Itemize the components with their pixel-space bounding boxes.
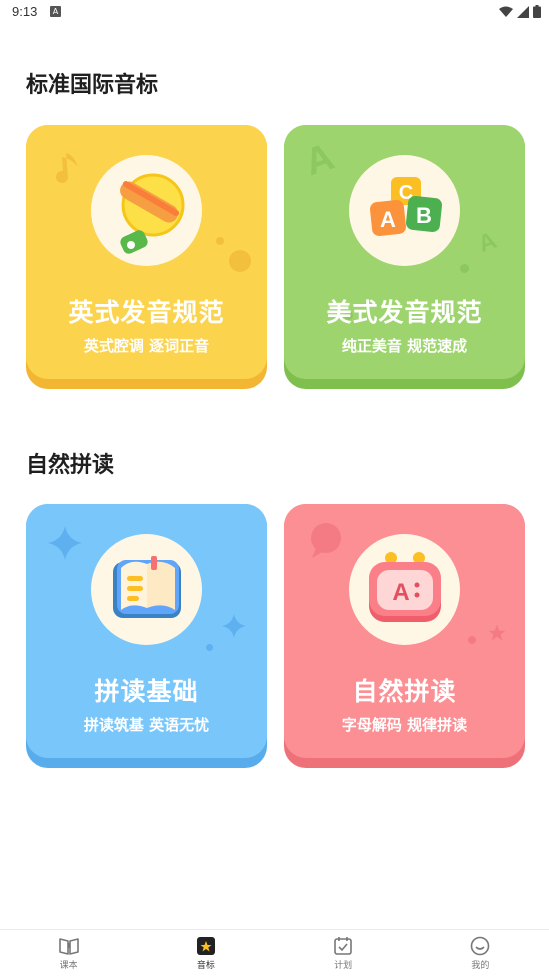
card-subtitle: 拼读筑基 英语无忧 (83, 716, 210, 734)
decor-dot (468, 636, 476, 644)
tab-label: 计划 (334, 961, 353, 971)
decor-dot-small (216, 237, 224, 245)
decor-dot (460, 264, 469, 273)
notification-icon: A (50, 6, 61, 17)
sparkle-icon (48, 526, 82, 560)
card-title: 英式发音规范 (68, 298, 225, 327)
card-title: 美式发音规范 (326, 298, 483, 327)
svg-text:A: A (380, 207, 396, 232)
decor-letter-a: A (300, 135, 340, 185)
status-bar: 9:13 A (0, 0, 549, 24)
card-title: 拼读基础 (94, 677, 199, 706)
star-icon (488, 624, 506, 641)
calendar-check-icon (334, 937, 352, 955)
card-title: 自然拼读 (352, 677, 457, 706)
music-note-icon (56, 153, 78, 183)
tab-textbook[interactable]: 课本 (0, 930, 137, 977)
tab-profile[interactable]: 我的 (412, 930, 549, 977)
abc-blocks-icon: C A B (370, 177, 442, 236)
bell-icon (120, 173, 185, 254)
card-british-pronunciation[interactable]: 英式发音规范 英式腔调 逐词正音 (26, 125, 267, 389)
tab-phonetics[interactable]: 音标 (137, 930, 274, 977)
signal-icon (517, 5, 529, 18)
tab-label: 我的 (471, 961, 490, 971)
tab-plan[interactable]: 计划 (275, 930, 412, 977)
card-icon-circle (91, 155, 202, 266)
decor-letter-a-small: A (474, 226, 501, 259)
card-icon-circle: A (349, 534, 460, 645)
status-time: 9:13 (12, 4, 38, 19)
sparkle-icon-small (222, 614, 246, 638)
svg-text:B: B (416, 203, 432, 228)
card-icon-circle: C A B (349, 155, 460, 266)
robot-a-icon: A (369, 552, 441, 622)
decor-dot (229, 250, 251, 272)
bottom-tab-bar: 课本 音标 计划 我的 (0, 929, 549, 977)
system-icons (499, 5, 541, 18)
svg-text:A: A (392, 579, 409, 606)
tab-label: 音标 (196, 961, 215, 971)
phonetic-icon (196, 937, 215, 955)
card-subtitle: 字母解码 规律拼读 (341, 716, 468, 734)
card-natural-phonics[interactable]: A 自然拼读 字母解码 规律拼读 (284, 504, 525, 768)
section-title-phonetics: 标准国际音标 (26, 73, 159, 98)
decor-dot (206, 644, 213, 651)
card-subtitle: 纯正美音 规范速成 (341, 337, 468, 355)
card-phonics-basics[interactable]: 拼读基础 拼读筑基 英语无忧 (26, 504, 267, 768)
speech-bubble-icon (311, 523, 341, 558)
card-icon-circle (91, 534, 202, 645)
battery-icon (533, 5, 541, 18)
smiley-icon (471, 936, 490, 956)
wifi-icon (499, 6, 513, 17)
tab-label: 课本 (59, 961, 78, 971)
textbook-icon (58, 938, 79, 955)
card-american-pronunciation[interactable]: A A C A B 美式发音规范 纯正美音 规范速成 (284, 125, 525, 389)
section-title-phonics: 自然拼读 (26, 453, 115, 478)
book-icon (113, 556, 181, 618)
card-subtitle: 英式腔调 逐词正音 (83, 337, 210, 355)
